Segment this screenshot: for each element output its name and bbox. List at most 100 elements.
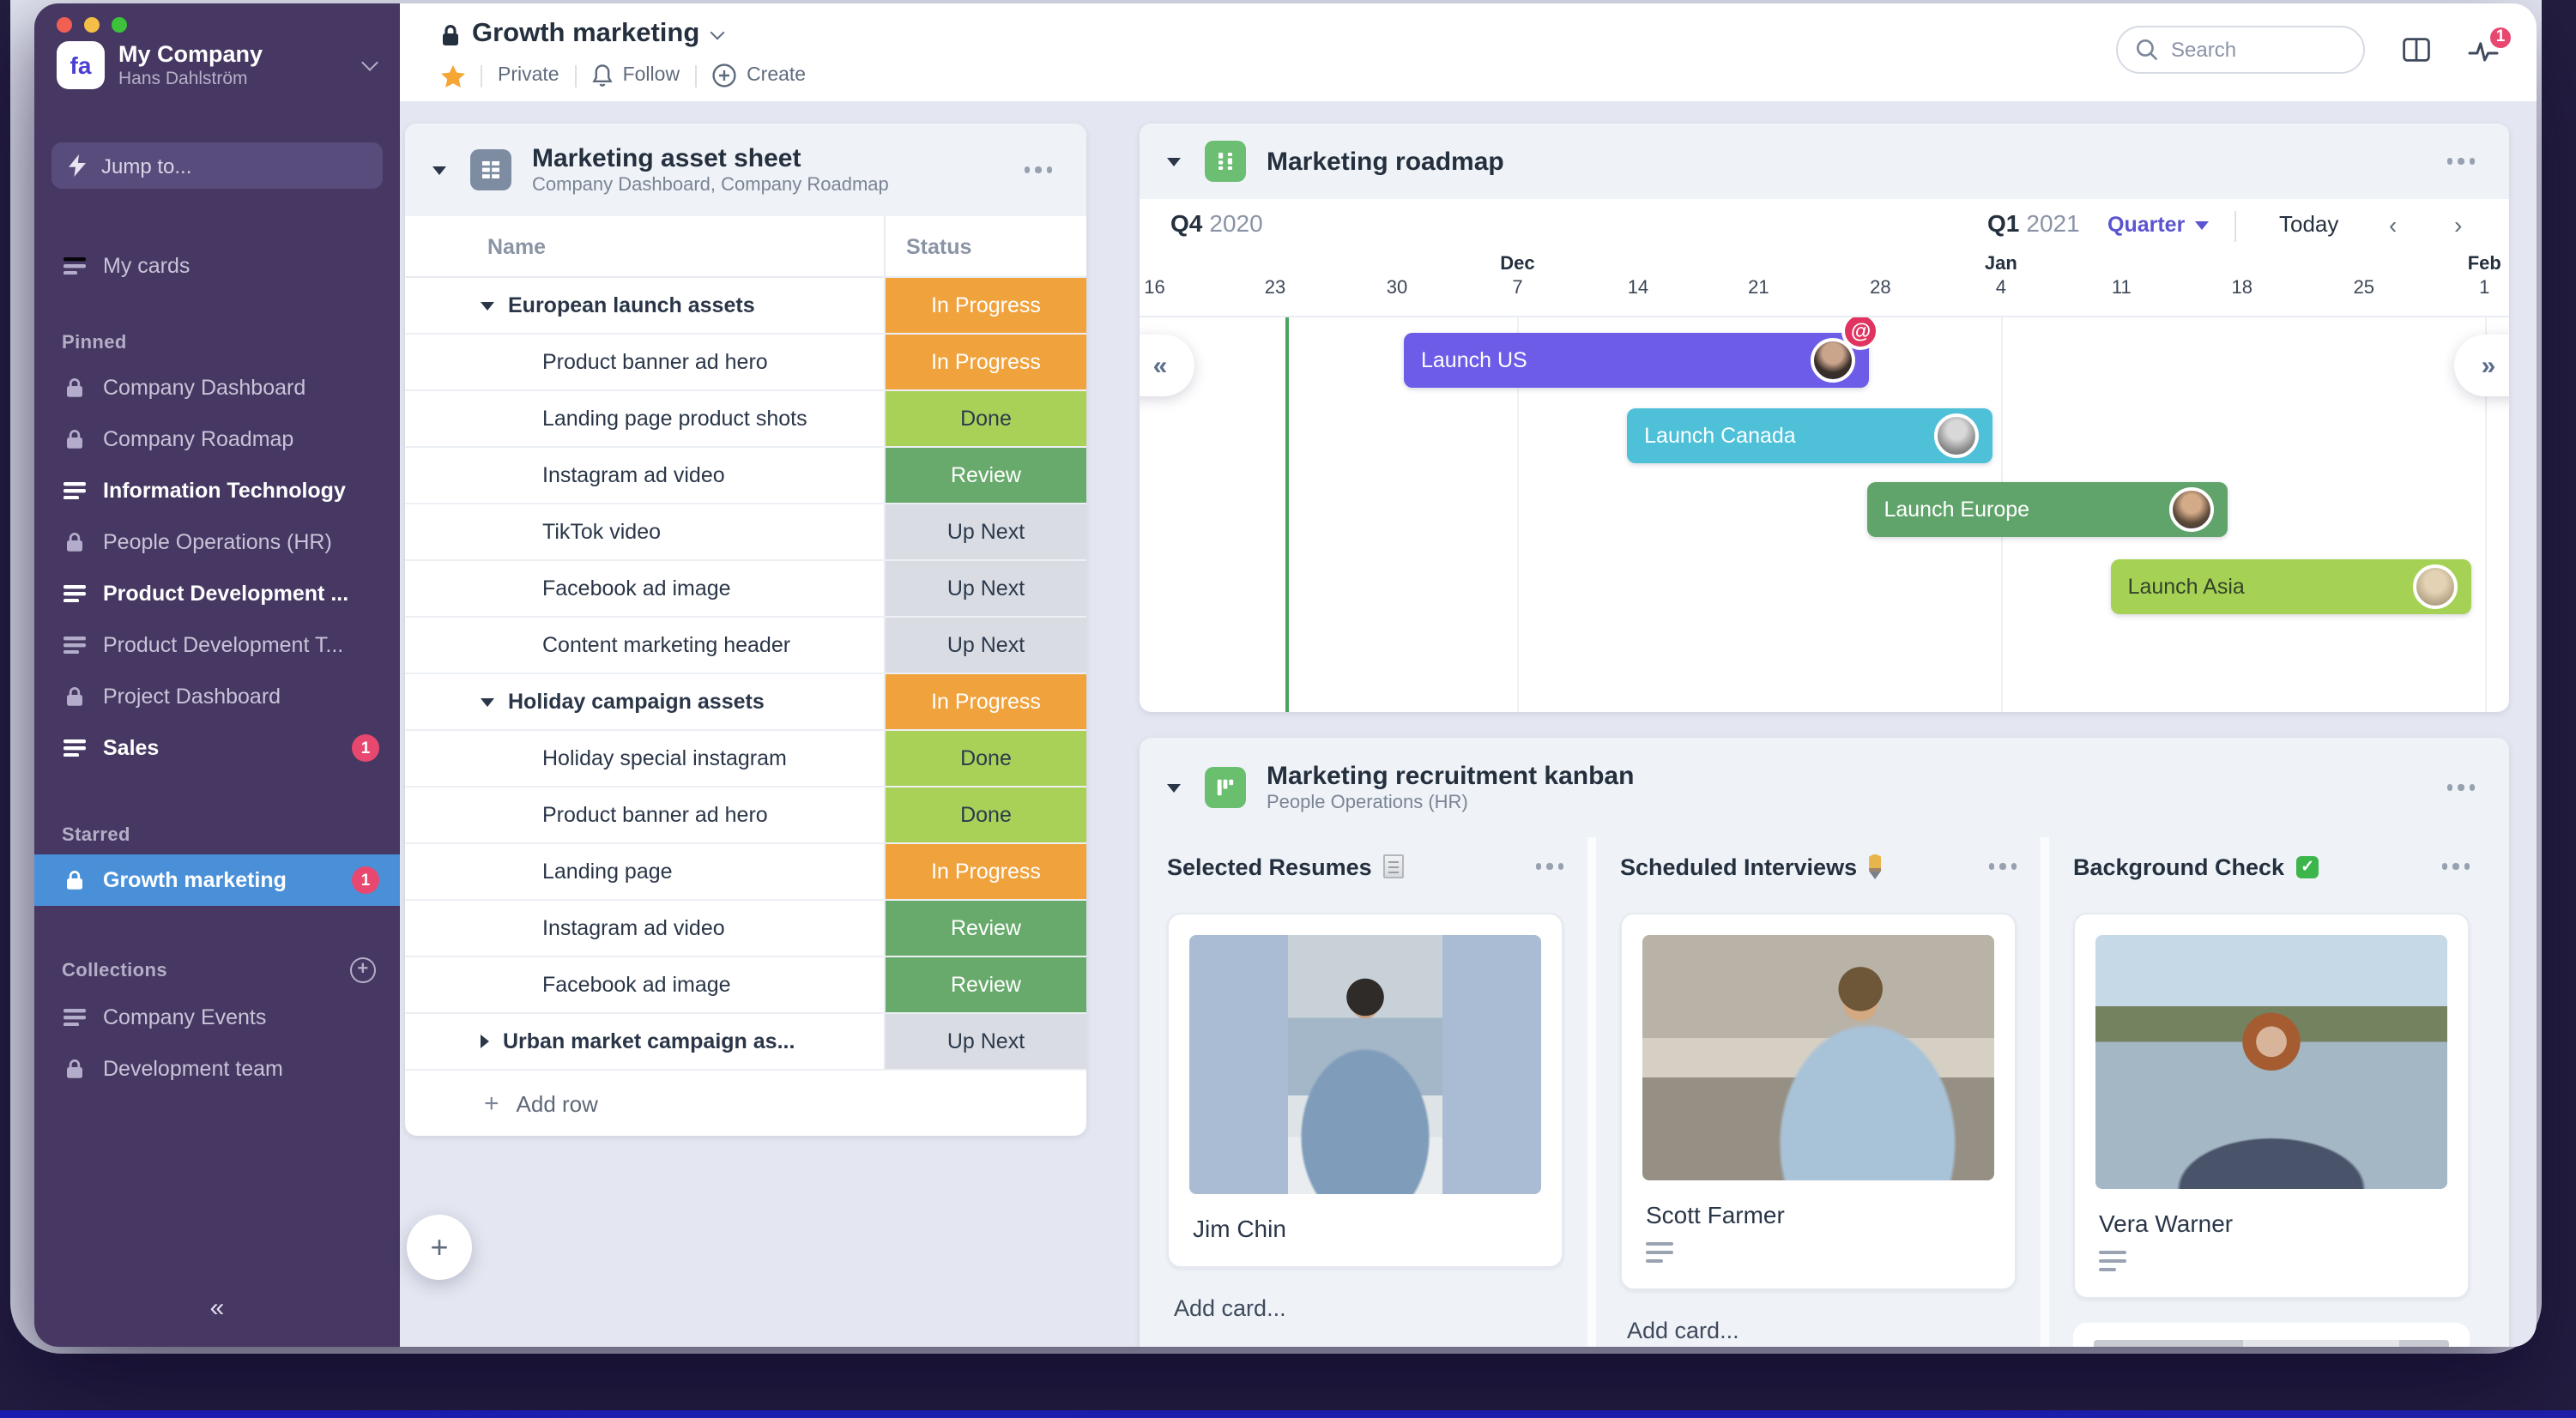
table-row[interactable]: Landing page product shotsDone [405,391,1086,448]
create-button[interactable]: Create [712,63,806,87]
split-view-button[interactable] [2403,38,2430,62]
org-switcher[interactable]: fa My Company Hans Dahlström [57,41,383,89]
collapse-caret-icon[interactable] [432,166,446,174]
kanban-card-jim-chin[interactable]: Jim Chin [1167,913,1563,1268]
row-status-cell[interactable]: In Progress [884,674,1086,729]
row-name-cell[interactable]: Landing page product shots [405,391,884,446]
row-name-cell[interactable]: Holiday special instagram [405,731,884,786]
row-status-cell[interactable]: Review [884,448,1086,503]
row-status-cell[interactable]: In Progress [884,335,1086,389]
table-row[interactable]: Holiday special instagramDone [405,731,1086,787]
row-status-cell[interactable]: Review [884,901,1086,956]
row-name-cell[interactable]: Product banner ad hero [405,787,884,842]
row-name-cell[interactable]: Instagram ad video [405,901,884,956]
row-status-cell[interactable]: In Progress [884,278,1086,333]
sidebar-item-company-events[interactable]: Company Events [34,992,400,1043]
table-row[interactable]: European launch assetsIn Progress [405,278,1086,335]
row-status-cell[interactable]: Up Next [884,618,1086,673]
row-status-cell[interactable]: Review [884,957,1086,1012]
row-name-cell[interactable]: Urban market campaign as... [405,1014,884,1069]
sidebar-collapse-button[interactable]: « [34,1294,400,1323]
search-input[interactable] [2171,38,2343,62]
timeline-card-launch-asia[interactable]: Launch Asia [2111,559,2472,614]
sidebar-item-product-development-t[interactable]: Product Development T... [34,619,400,671]
table-row[interactable]: TikTok videoUp Next [405,504,1086,561]
table-row[interactable]: Landing pageIn Progress [405,844,1086,901]
sidebar-item-my-cards[interactable]: My cards [34,240,400,292]
collapse-caret-icon[interactable] [481,301,494,310]
column-menu-button[interactable] [2441,857,2470,877]
add-card-button[interactable]: Add card... [1620,1318,2017,1343]
column-header-status[interactable]: Status [884,216,1086,276]
column-header-name[interactable]: Name [405,234,884,258]
sidebar-item-company-roadmap[interactable]: Company Roadmap [34,413,400,465]
row-name-cell[interactable]: Product banner ad hero [405,335,884,389]
row-status-cell[interactable]: Done [884,787,1086,842]
star-icon[interactable] [441,64,465,87]
collapse-caret-icon[interactable] [481,697,494,706]
table-row[interactable]: Instagram ad videoReview [405,448,1086,504]
column-menu-button[interactable] [1535,857,1563,877]
table-row[interactable]: Holiday campaign assetsIn Progress [405,674,1086,731]
sheet-menu-button[interactable] [1024,160,1052,180]
table-row[interactable]: Facebook ad imageReview [405,957,1086,1014]
scroll-left-button[interactable]: « [1140,335,1194,396]
add-collection-button[interactable]: + [350,957,376,983]
kanban-card-scott-farmer[interactable]: Scott Farmer [1620,913,2017,1290]
jump-to-input[interactable]: Jump to... [51,142,383,189]
sidebar-item-people-operations-hr[interactable]: People Operations (HR) [34,516,400,568]
privacy-label[interactable]: Private [498,65,559,86]
activity-button[interactable]: 1 [2468,37,2499,63]
table-row[interactable]: Product banner ad heroIn Progress [405,335,1086,391]
row-status-cell[interactable]: Up Next [884,1014,1086,1069]
row-name-cell[interactable]: Instagram ad video [405,448,884,503]
follow-button[interactable]: Follow [592,63,680,87]
table-row[interactable]: Content marketing headerUp Next [405,618,1086,674]
timeline-card-launch-us[interactable]: Launch US@ [1404,333,1870,388]
today-button[interactable]: Today [2279,211,2338,237]
row-name-cell[interactable]: Holiday campaign assets [405,674,884,729]
zoom-level-dropdown[interactable]: Quarter [2107,213,2209,237]
chevron-down-icon[interactable] [710,25,724,39]
row-name-cell[interactable]: TikTok video [405,504,884,559]
search-box[interactable] [2116,26,2365,74]
sidebar-item-project-dashboard[interactable]: Project Dashboard [34,671,400,722]
table-row[interactable]: Product banner ad heroDone [405,787,1086,844]
add-widget-button[interactable]: + [407,1215,472,1280]
row-status-cell[interactable]: Done [884,391,1086,446]
row-status-cell[interactable]: Up Next [884,504,1086,559]
collapse-caret-icon[interactable] [1167,157,1181,166]
row-name-cell[interactable]: Landing page [405,844,884,899]
table-row[interactable]: Instagram ad videoReview [405,901,1086,957]
timeline-card-launch-europe[interactable]: Launch Europe [1866,482,2228,537]
sidebar-item-information-technology[interactable]: Information Technology [34,465,400,516]
sidebar-item-product-development[interactable]: Product Development ... [34,568,400,619]
sidebar-item-growth-marketing[interactable]: Growth marketing1 [34,854,400,906]
close-window-button[interactable] [57,17,72,33]
roadmap-menu-button[interactable] [2446,152,2475,172]
table-row[interactable]: Urban market campaign as...Up Next [405,1014,1086,1071]
timeline-card-launch-canada[interactable]: Launch Canada [1627,408,1992,463]
prev-period-button[interactable]: ‹ [2389,211,2397,238]
row-name-cell[interactable]: Facebook ad image [405,957,884,1012]
row-name-cell[interactable]: European launch assets [405,278,884,333]
sidebar-item-development-team[interactable]: Development team [34,1043,400,1095]
row-status-cell[interactable]: Up Next [884,561,1086,616]
collapse-caret-icon[interactable] [1167,783,1181,792]
column-menu-button[interactable] [1988,857,2017,877]
add-row-button[interactable]: + Add row [405,1071,1086,1136]
kanban-card-vera-warner[interactable]: Vera Warner [2073,913,2470,1299]
add-card-button[interactable]: Add card... [1167,1295,1563,1321]
kanban-menu-button[interactable] [2446,778,2475,798]
sidebar-item-company-dashboard[interactable]: Company Dashboard [34,362,400,413]
row-name-cell[interactable]: Facebook ad image [405,561,884,616]
row-status-cell[interactable]: In Progress [884,844,1086,899]
row-name-cell[interactable]: Content marketing header [405,618,884,673]
scroll-right-button[interactable]: » [2454,335,2509,396]
zoom-window-button[interactable] [112,17,127,33]
next-period-button[interactable]: › [2454,211,2462,238]
sidebar-item-sales[interactable]: Sales1 [34,722,400,774]
minimize-window-button[interactable] [84,17,100,33]
row-status-cell[interactable]: Done [884,731,1086,786]
expand-caret-icon[interactable] [481,1035,489,1048]
